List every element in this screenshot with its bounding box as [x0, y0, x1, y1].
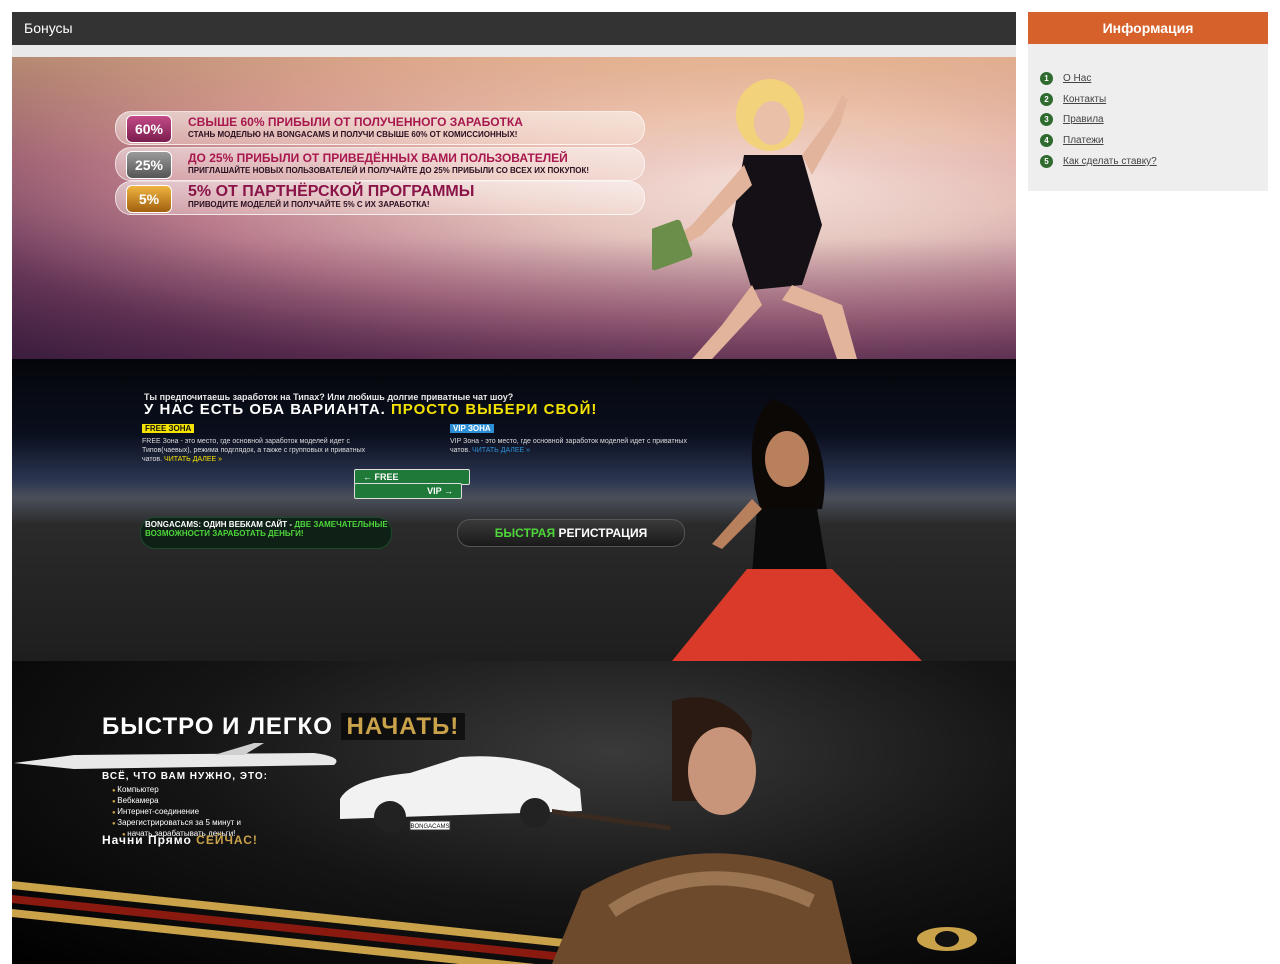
row-subtitle: ПРИГЛАШАЙТЕ НОВЫХ ПОЛЬЗОВАТЕЛЕЙ И ПОЛУЧА… — [188, 166, 590, 175]
register-white: РЕГИСТРАЦИЯ — [558, 526, 648, 540]
vip-zone-label: VIP ЗОНА — [450, 424, 494, 433]
rules-link[interactable]: Правила — [1063, 114, 1104, 125]
banner-start[interactable]: БЫСТРО И ЛЕГКО НАЧАТЬ! ВСЁ, ЧТО ВАМ НУЖН… — [12, 661, 1016, 964]
list-item: Компьютер — [112, 785, 241, 796]
row-title: СВЫШЕ 60% ПРИБЫЛИ ОТ ПОЛУЧЕННОГО ЗАРАБОТ… — [188, 115, 523, 129]
headline-gold: НАЧАТЬ! — [340, 713, 466, 740]
number-badge: 5 — [1040, 155, 1053, 169]
banner-headline: У НАС ЕСТЬ ОБА ВАРИАНТА. ПРОСТО ВЫБЕРИ С… — [144, 401, 597, 418]
slogan-text: BONGACAMS: ОДИН ВЕБКАМ САЙТ - ДВЕ ЗАМЕЧА… — [141, 520, 391, 538]
start-now-cta[interactable]: Начни Прямо СЕЙЧАС! — [102, 833, 258, 847]
banner-headline: БЫСТРО И ЛЕГКО НАЧАТЬ! — [102, 713, 466, 741]
sidebar-list: 1 О Нас 2 Контакты 3 Правила 4 Платежи 5… — [1028, 68, 1268, 172]
quick-registration-button[interactable]: БЫСТРАЯ РЕГИСТРАЦИЯ — [457, 519, 685, 547]
banner-profit[interactable]: 60% СВЫШЕ 60% ПРИБЫЛИ ОТ ПОЛУЧЕННОГО ЗАР… — [12, 57, 1016, 359]
free-zone-text: FREE Зона - это место, где основной зара… — [142, 437, 386, 464]
list-item: Зарегистрироваться за 5 минут и — [112, 818, 241, 829]
cta-white: Начни Прямо — [102, 833, 192, 847]
page-title: Бонусы — [12, 12, 1016, 45]
how-to-bet-link[interactable]: Как сделать ставку? — [1063, 156, 1157, 167]
free-zone-read-more-link[interactable]: ЧИТАТЬ ДАЛЕЕ » — [164, 456, 222, 463]
sidebar-item-payments: 4 Платежи — [1028, 130, 1268, 151]
about-link[interactable]: О Нас — [1063, 73, 1091, 84]
headline-white: У НАС ЕСТЬ ОБА ВАРИАНТА. — [144, 401, 386, 418]
header-divider — [12, 45, 1016, 57]
row-subtitle: ПРИВОДИТЕ МОДЕЛЕЙ И ПОЛУЧАЙТЕ 5% С ИХ ЗА… — [188, 200, 430, 209]
decor-stripe — [12, 895, 572, 962]
contacts-link[interactable]: Контакты — [1063, 94, 1106, 105]
road-sign-vip: VIP → — [354, 483, 462, 499]
badge-25: 25% — [126, 151, 172, 179]
register-green: БЫСТРАЯ — [494, 526, 556, 540]
number-badge: 2 — [1040, 92, 1053, 106]
model-illustration — [552, 697, 852, 964]
badge-5: 5% — [126, 185, 172, 213]
profit-row-60: 60% СВЫШЕ 60% ПРИБЫЛИ ОТ ПОЛУЧЕННОГО ЗАР… — [115, 111, 645, 145]
payments-link[interactable]: Платежи — [1063, 135, 1104, 146]
sidebar-title: Информация — [1028, 12, 1268, 44]
car-plate: BONGACAMS — [410, 824, 449, 830]
headline-white: БЫСТРО И ЛЕГКО — [102, 713, 333, 740]
slogan-box: BONGACAMS: ОДИН ВЕБКАМ САЙТ - ДВЕ ЗАМЕЧА… — [140, 517, 392, 549]
badge-60: 60% — [126, 115, 172, 143]
banner-zones[interactable]: Ты предпочитаешь заработок на Типах? Или… — [12, 359, 1016, 661]
vip-zone-read-more-link[interactable]: ЧИТАТЬ ДАЛЕЕ » — [472, 447, 530, 454]
requirements-list: Компьютер Вебкамера Интернет-соединение … — [102, 785, 241, 840]
number-badge: 4 — [1040, 134, 1053, 148]
sidebar-item-how-to-bet: 5 Как сделать ставку? — [1028, 151, 1268, 172]
list-item: Вебкамера — [112, 796, 241, 807]
row-subtitle: СТАНЬ МОДЕЛЬЮ НА BONGACAMS И ПОЛУЧИ СВЫШ… — [188, 130, 518, 139]
number-badge: 1 — [1040, 71, 1053, 85]
sidebar-item-contacts: 2 Контакты — [1028, 89, 1268, 110]
row-title: 5% ОТ ПАРТНЁРСКОЙ ПРОГРАММЫ — [188, 183, 475, 200]
profit-row-25: 25% ДО 25% ПРИБЫЛИ ОТ ПРИВЕДЁННЫХ ВАМИ П… — [115, 147, 645, 181]
cta-gold: СЕЙЧАС! — [196, 833, 258, 847]
number-badge: 3 — [1040, 113, 1053, 127]
sidebar-item-rules: 3 Правила — [1028, 110, 1268, 131]
profit-row-5: 5% 5% ОТ ПАРТНЁРСКОЙ ПРОГРАММЫ ПРИВОДИТЕ… — [115, 181, 645, 215]
list-item: Интернет-соединение — [112, 807, 241, 818]
car-illustration: BONGACAMS — [340, 756, 582, 833]
sidebar-info: 1 О Нас 2 Контакты 3 Правила 4 Платежи 5… — [1028, 44, 1268, 191]
free-zone-label: FREE ЗОНА — [142, 424, 195, 433]
brand-logo — [917, 927, 977, 951]
slogan-white: BONGACAMS: ОДИН ВЕБКАМ САЙТ - — [145, 520, 293, 529]
model-illustration — [652, 79, 857, 359]
requirements-title: ВСЁ, ЧТО ВАМ НУЖНО, ЭТО: — [102, 771, 268, 782]
model-illustration — [672, 399, 922, 661]
row-title: ДО 25% ПРИБЫЛИ ОТ ПРИВЕДЁННЫХ ВАМИ ПОЛЬЗ… — [188, 151, 568, 165]
headline-highlight: ПРОСТО ВЫБЕРИ СВОЙ! — [391, 401, 598, 418]
sidebar-item-about: 1 О Нас — [1028, 68, 1268, 89]
